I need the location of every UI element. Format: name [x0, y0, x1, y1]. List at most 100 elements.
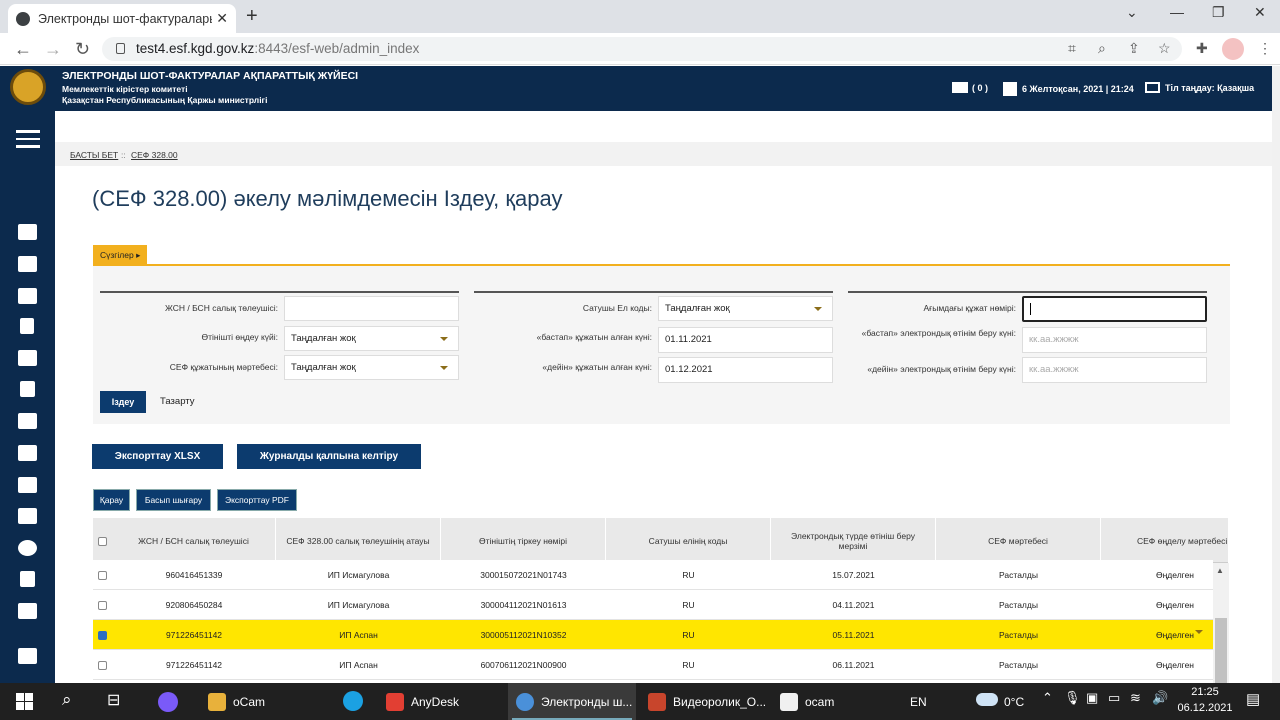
- column-header[interactable]: СЕФ мәртебесі: [936, 518, 1101, 563]
- windows-start-icon[interactable]: [16, 693, 33, 710]
- row-checkbox-checked[interactable]: [98, 631, 107, 640]
- bank-icon[interactable]: [18, 350, 37, 366]
- site-favicon-icon: [16, 11, 30, 26]
- wifi-icon[interactable]: ≋: [1130, 690, 1141, 706]
- e-date-from-input[interactable]: кк.аа.жжжж: [1022, 327, 1207, 353]
- edit-doc-icon[interactable]: [18, 445, 37, 461]
- breadcrumb-home[interactable]: БАСТЫ БЕТ: [70, 150, 118, 160]
- breadcrumb-current[interactable]: СЕФ 328.00: [131, 150, 178, 160]
- logout-icon[interactable]: [18, 648, 37, 664]
- clear-button[interactable]: Тазарту: [160, 396, 194, 407]
- input-language[interactable]: EN: [910, 683, 927, 720]
- taskbar-powerpoint[interactable]: Видеоролик_О...: [640, 683, 768, 720]
- server-icon[interactable]: [18, 256, 37, 272]
- close-tab-icon[interactable]: ✕: [216, 10, 228, 27]
- extensions-icon[interactable]: ✚: [1196, 40, 1208, 57]
- column-header[interactable]: СЕФ өңделу мәртебесі: [1101, 518, 1229, 563]
- cell-processing: Өңделген: [1155, 660, 1194, 670]
- weather-temp[interactable]: 0°C: [1004, 683, 1024, 720]
- tab-title: Электронды шот-фактураларын: [38, 11, 213, 26]
- task-view-icon[interactable]: ⊟: [107, 690, 120, 710]
- clock-date[interactable]: 06.12.2021: [1170, 702, 1240, 714]
- zoom-icon[interactable]: ⌕: [1098, 40, 1106, 57]
- settings-icon[interactable]: [18, 540, 37, 556]
- id-card-icon[interactable]: [18, 224, 37, 240]
- weather-cloud-icon[interactable]: [976, 693, 998, 706]
- taxpayer-iin-input[interactable]: [284, 296, 459, 321]
- date-to-input[interactable]: 01.12.2021: [658, 357, 833, 383]
- document-icon[interactable]: [20, 318, 34, 334]
- browser-tab[interactable]: Электронды шот-фактураларын ✕: [8, 4, 236, 33]
- column-header[interactable]: ЖСН / БСН салық төлеушісі: [112, 518, 276, 563]
- export-pdf-button[interactable]: Экспорттау PDF: [217, 489, 297, 511]
- view-button[interactable]: Қарау: [93, 489, 130, 511]
- browser-menu-icon[interactable]: ⋮: [1258, 40, 1272, 57]
- notifications-icon[interactable]: ▤: [1246, 690, 1260, 708]
- taskbar-label: AnyDesk: [411, 694, 460, 709]
- language-selector[interactable]: Тіл таңдау: Қазақша: [1145, 82, 1254, 93]
- alice-assistant-icon[interactable]: [158, 692, 178, 712]
- url-bar[interactable]: test4.esf.kgd.gov.kz:8443/esf-web/admin_…: [102, 37, 1182, 61]
- menu-toggle-icon[interactable]: [16, 130, 40, 148]
- taskbar-chrome[interactable]: Электронды ш...: [508, 683, 636, 720]
- back-icon[interactable]: ←: [14, 39, 32, 59]
- taskbar-ocam[interactable]: ocam: [772, 683, 872, 720]
- display-icon[interactable]: ▭: [1108, 690, 1120, 706]
- seller-country-select[interactable]: Таңдалған жоқ: [658, 296, 833, 321]
- clock-time[interactable]: 21:25: [1180, 686, 1230, 698]
- tab-search-icon[interactable]: ⌄: [1126, 4, 1138, 21]
- tray-expand-icon[interactable]: ⌃: [1042, 690, 1053, 706]
- search-icon[interactable]: ⌕: [62, 690, 72, 710]
- network-icon[interactable]: ▣: [1086, 690, 1098, 706]
- scroll-up-icon[interactable]: ▲: [1216, 566, 1224, 575]
- mail-indicator[interactable]: ( 0 ): [952, 82, 988, 93]
- date-from-input[interactable]: 01.11.2021: [658, 327, 833, 353]
- microphone-icon[interactable]: 🎙: [1064, 690, 1081, 706]
- table-scroll-thumb[interactable]: [1215, 618, 1227, 683]
- e-date-to-input[interactable]: кк.аа.жжжж: [1022, 357, 1207, 383]
- column-header[interactable]: Сатушы елінің коды: [606, 518, 771, 563]
- print-icon[interactable]: [18, 603, 37, 619]
- minimize-icon[interactable]: —: [1170, 4, 1184, 20]
- print-button[interactable]: Басып шығару: [136, 489, 211, 511]
- select-all-checkbox[interactable]: [98, 537, 107, 546]
- page-scrollbar[interactable]: [1272, 66, 1280, 683]
- taskbar-ocam-folder[interactable]: oCam: [200, 683, 330, 720]
- translate-icon[interactable]: ⌗: [1068, 40, 1076, 57]
- lock-icon[interactable]: [116, 43, 125, 54]
- forward-icon[interactable]: →: [44, 39, 62, 59]
- doc-status-select[interactable]: Таңдалған жоқ: [284, 355, 459, 380]
- maximize-icon[interactable]: ❐: [1212, 4, 1225, 21]
- folder-icon[interactable]: [18, 413, 37, 429]
- warehouse-icon[interactable]: [18, 508, 37, 524]
- restore-journal-button[interactable]: Журналды қалпына келтіру: [237, 444, 421, 469]
- seller-country-label: Сатушы Ел коды:: [582, 303, 652, 313]
- bookmark-star-icon[interactable]: ☆: [1158, 40, 1171, 57]
- export-xlsx-button[interactable]: Экспорттау XLSX: [92, 444, 223, 469]
- filters-tab[interactable]: Сүзгілер ▸: [93, 245, 148, 266]
- share-icon[interactable]: ⇪: [1128, 40, 1140, 57]
- monitor-nav-icon[interactable]: [18, 288, 37, 304]
- processing-status-select[interactable]: Таңдалған жоқ: [284, 326, 459, 351]
- row-checkbox[interactable]: [98, 571, 107, 580]
- column-header[interactable]: Өтініштің тіркеу нөмірі: [441, 518, 606, 563]
- row-checkbox[interactable]: [98, 661, 107, 670]
- close-window-icon[interactable]: ✕: [1254, 4, 1266, 21]
- current-doc-number-input[interactable]: [1022, 296, 1207, 322]
- search-button[interactable]: Іздеу: [100, 391, 146, 413]
- date-from-label: «бастап» құжатын алған күні:: [536, 332, 652, 342]
- skype-icon[interactable]: [343, 691, 363, 711]
- emblem-logo[interactable]: [10, 69, 46, 105]
- reload-icon[interactable]: ↻: [75, 39, 90, 59]
- new-tab-icon[interactable]: +: [246, 4, 258, 28]
- row-checkbox[interactable]: [98, 601, 107, 610]
- column-header[interactable]: СЕФ 328.00 салық төлеушінің атауы: [276, 518, 441, 563]
- book-icon[interactable]: [20, 381, 35, 397]
- briefcase-icon[interactable]: [18, 477, 37, 493]
- volume-icon[interactable]: 🔊: [1152, 690, 1168, 706]
- column-header[interactable]: Электрондық түрде өтініш беру мерзімі: [771, 518, 936, 563]
- profile-avatar[interactable]: [1222, 38, 1244, 60]
- cell-name: ИП Аспан: [339, 630, 378, 640]
- taskbar-anydesk[interactable]: AnyDesk: [378, 683, 502, 720]
- journal-icon[interactable]: [20, 571, 35, 587]
